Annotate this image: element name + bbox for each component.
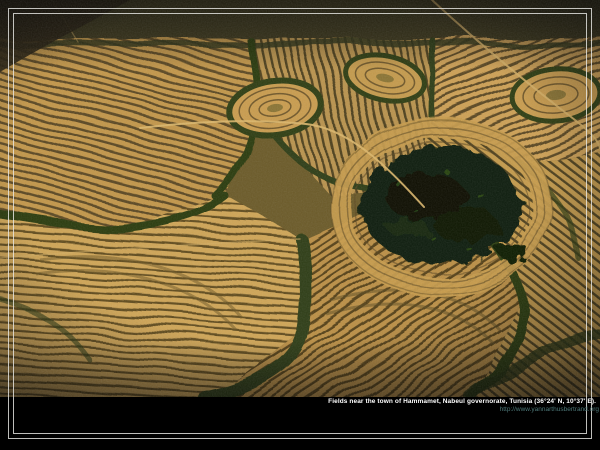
photo-viewer: Fields near the town of Hammamet, Nabeul… [0,0,600,450]
film-grain [0,0,600,397]
photo-credit-url[interactable]: http://www.yannarthusbertrand.org [36,406,599,413]
field-photo-illustration [0,0,600,397]
photo-caption: Fields near the town of Hammamet, Nabeul… [36,398,596,405]
caption-block: Fields near the town of Hammamet, Nabeul… [36,398,596,413]
aerial-photo [0,0,600,397]
